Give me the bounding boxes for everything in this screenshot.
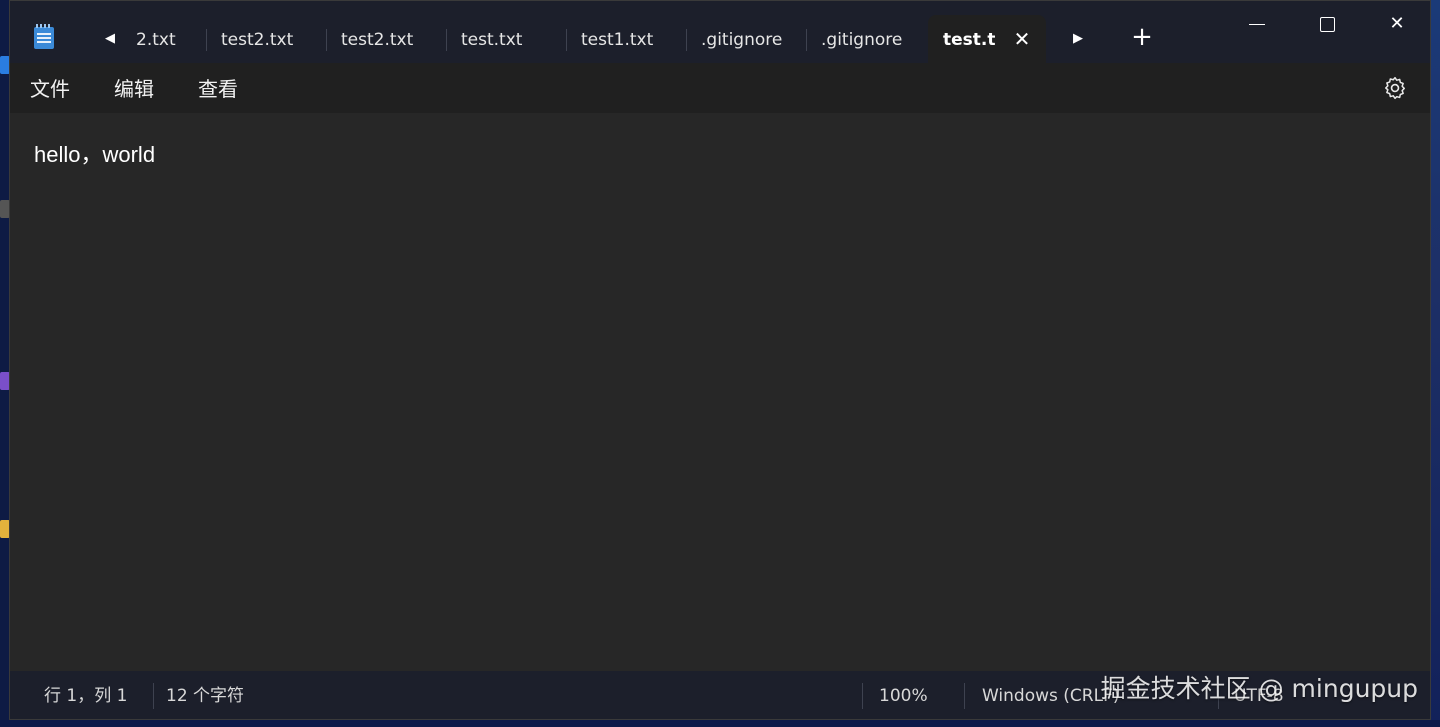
status-divider [153,683,154,709]
minimize-button[interactable] [1222,1,1292,47]
maximize-button[interactable] [1292,1,1362,47]
scroll-tabs-right-icon[interactable]: ▶ [1066,25,1090,53]
title-bar[interactable]: 2.txt test2.txt test2.txt test.txt test1… [10,1,1430,63]
tab-gitignore[interactable]: .gitignore [806,15,926,63]
status-divider [964,683,965,709]
line-ending[interactable]: Windows (CRLF) [982,685,1120,707]
text-editor[interactable]: hello，world [10,113,1430,671]
status-divider [862,683,863,709]
minimize-icon [1249,23,1265,25]
menu-file[interactable]: 文件 [30,75,70,103]
taskbar [0,720,1440,727]
cursor-position: 行 1，列 1 [44,686,128,706]
zoom-level[interactable]: 100% [879,685,928,707]
tab-test1-txt[interactable]: test1.txt [566,15,686,63]
notepad-app-icon [34,24,54,49]
tab-test2-txt[interactable]: test2.txt [206,15,326,63]
notepad-window: 2.txt test2.txt test2.txt test.txt test1… [9,0,1431,720]
menu-bar: 文件 编辑 查看 [10,63,1430,113]
tab-test-txt[interactable]: test.txt [446,15,566,63]
scroll-tabs-left-icon[interactable]: ◀ [98,25,122,53]
tab-label: .gitignore [821,30,903,50]
close-tab-icon[interactable]: ✕ [1012,29,1032,49]
tab-label: 2.txt [136,30,176,50]
tab-test-active[interactable]: test.t: ✕ [928,15,1046,63]
tab-label: test.txt [461,30,523,50]
menu-view[interactable]: 查看 [198,75,238,103]
close-window-button[interactable]: ✕ [1362,1,1430,47]
new-tab-button[interactable]: + [1128,23,1156,51]
tab-gitignore[interactable]: .gitignore [686,15,806,63]
character-count: 12 个字符 [166,686,245,706]
tab-strip: 2.txt test2.txt test2.txt test.txt test1… [86,15,1046,63]
maximize-icon [1319,16,1335,32]
tab-label: test2.txt [221,30,294,50]
settings-gear-icon[interactable] [1382,75,1408,101]
tab-label: test.t: [943,30,995,50]
tab-label: test2.txt [341,30,414,50]
editor-content[interactable]: hello，world [34,137,155,169]
menu-edit[interactable]: 编辑 [114,75,154,103]
tab-label: .gitignore [701,30,783,50]
watermark-text: 掘金技术社区 @ mingupup [1100,674,1418,703]
tab-label: test1.txt [581,30,654,50]
tab-test2-txt[interactable]: test2.txt [326,15,446,63]
